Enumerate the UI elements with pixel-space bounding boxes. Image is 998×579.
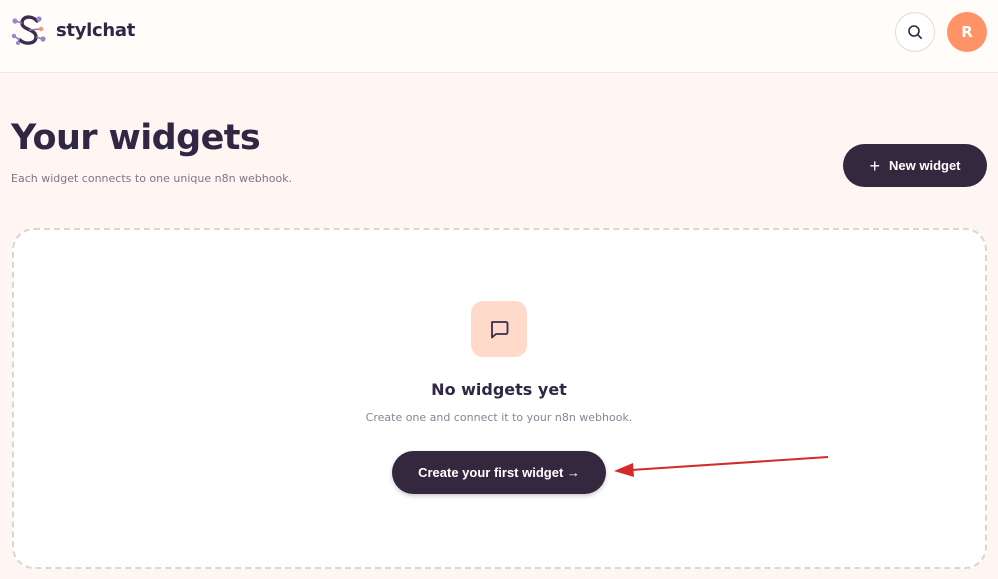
empty-state-icon-tile xyxy=(471,301,527,357)
page-subtitle: Each widget connects to one unique n8n w… xyxy=(11,172,293,185)
brand-logo[interactable]: stylchat xyxy=(10,12,135,48)
new-widget-button[interactable]: + New widget xyxy=(843,144,987,187)
stylchat-logo-icon xyxy=(11,15,46,45)
empty-state-title: No widgets yet xyxy=(431,380,567,399)
chat-bubble-icon xyxy=(490,321,509,339)
page-title: Your widgets xyxy=(11,118,261,158)
user-avatar[interactable]: R xyxy=(947,12,987,52)
brand-name: stylchat xyxy=(56,19,136,41)
new-widget-label: New widget xyxy=(889,158,961,173)
top-bar: stylchat R xyxy=(0,0,998,73)
empty-state-description: Create one and connect it to your n8n we… xyxy=(365,411,633,424)
create-first-widget-button[interactable]: Create your first widget → xyxy=(392,451,606,494)
search-icon xyxy=(908,25,922,39)
search-button[interactable] xyxy=(895,12,935,52)
plus-icon: + xyxy=(869,155,880,176)
